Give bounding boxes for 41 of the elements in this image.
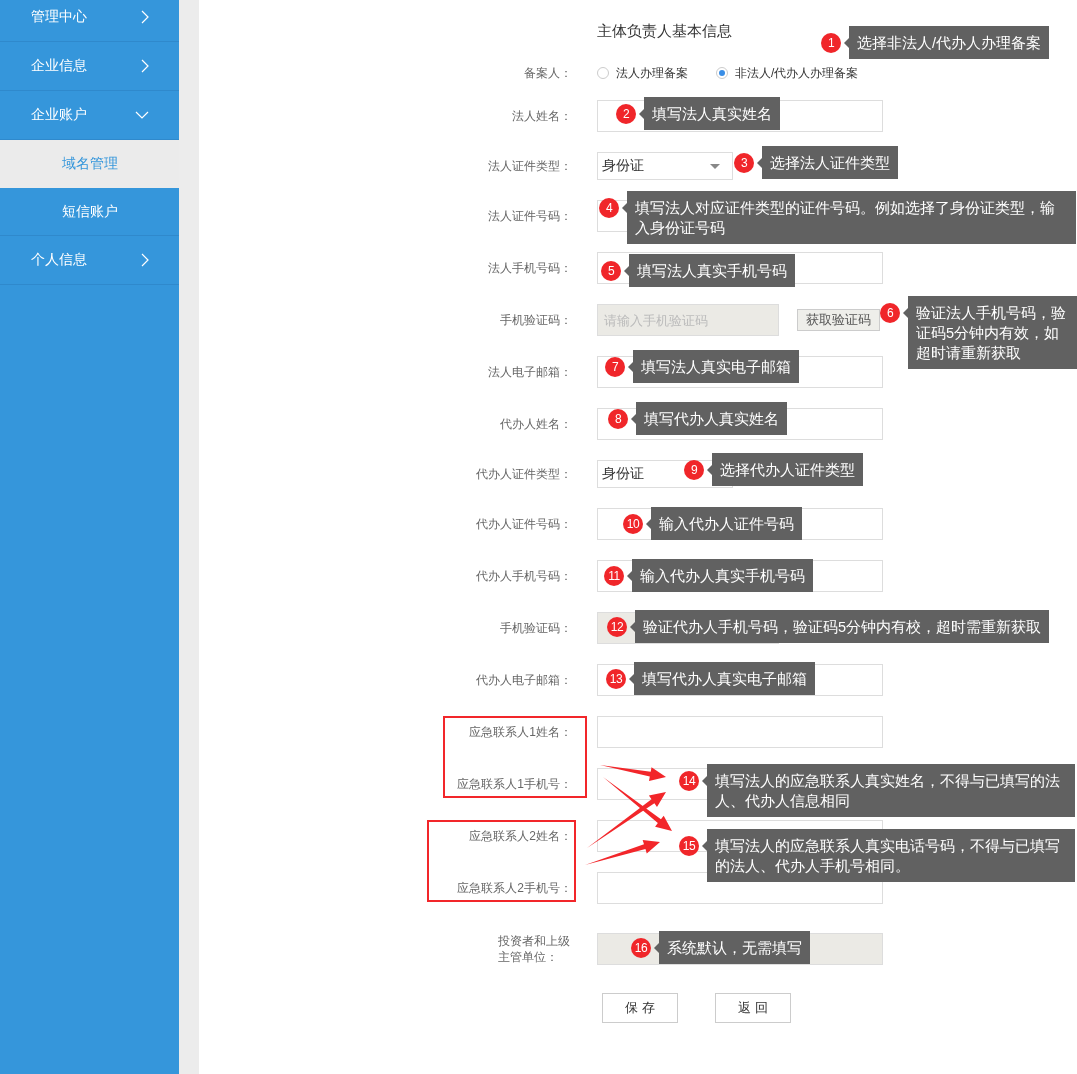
callout-tooltip: 输入代办人真实手机号码 [627,559,813,592]
field-label: 备案人： [524,65,572,81]
callout-tooltip: 系统默认，无需填写 [654,931,810,964]
field-label: 代办人电子邮箱： [476,672,572,688]
step-badge-tooltip: 15 [679,836,699,856]
step-badge-tooltip: 1 [821,33,841,53]
callout-tooltip: 填写法人的应急联系人真实姓名，不得与已填写的法人、代办人信息相同 [702,764,1075,817]
callout-tooltip: 填写法人的应急联系人真实电话号码，不得与已填写的法人、代办人手机号相同。 [702,829,1075,882]
callout-tooltip: 填写代办人真实姓名 [631,402,787,435]
field-label: 手机验证码： [500,620,572,636]
callout-tooltip: 选择代办人证件类型 [707,453,863,486]
callout-tooltip: 验证代办人手机号码，验证码5分钟内有校，超时需重新获取 [630,610,1050,643]
field-label: 法人姓名： [512,108,572,124]
callout-tooltip: 输入代办人证件号码 [646,507,802,540]
callout-tooltip: 选择法人证件类型 [757,146,898,179]
field-label: 法人手机号码： [488,260,572,276]
field-label: 代办人姓名： [500,416,572,432]
field-label: 应急联系人2姓名： [469,828,572,844]
field-label: 代办人证件号码： [476,516,572,532]
callout-tooltip: 填写法人真实手机号码 [624,254,795,287]
field-label: 法人证件号码： [488,208,572,224]
section-title: 主体负责人基本信息 [597,21,732,41]
field-label: 法人电子邮箱： [488,364,572,380]
field-label: 应急联系人1姓名： [469,724,572,740]
step-badge-tooltip: 4 [599,198,619,218]
field-label: 法人证件类型： [488,158,572,174]
field-label: 应急联系人1手机号： [457,776,572,792]
callout-tooltip: 填写法人真实姓名 [639,97,780,130]
field-label: 手机验证码： [500,312,572,328]
callout-tooltip: 验证法人手机号码，验证码5分钟内有效，如超时请重新获取 [903,296,1077,369]
callout-tooltip: 填写代办人真实电子邮箱 [629,662,815,695]
field-label: 应急联系人2手机号： [457,880,572,896]
callout-tooltip: 选择非法人/代办人办理备案 [844,26,1050,59]
callout-tooltip: 填写法人真实电子邮箱 [628,350,799,383]
callout-tooltip: 填写法人对应证件类型的证件号码。例如选择了身份证类型，输入身份证号码 [622,191,1076,244]
step-badge-tooltip: 3 [734,153,754,173]
field-label: 代办人证件类型： [476,466,572,482]
field-label: 投资者和上级主管单位： [497,933,571,965]
step-badge-tooltip: 9 [684,460,704,480]
field-label: 代办人手机号码： [476,568,572,584]
step-badge-tooltip: 6 [880,303,900,323]
